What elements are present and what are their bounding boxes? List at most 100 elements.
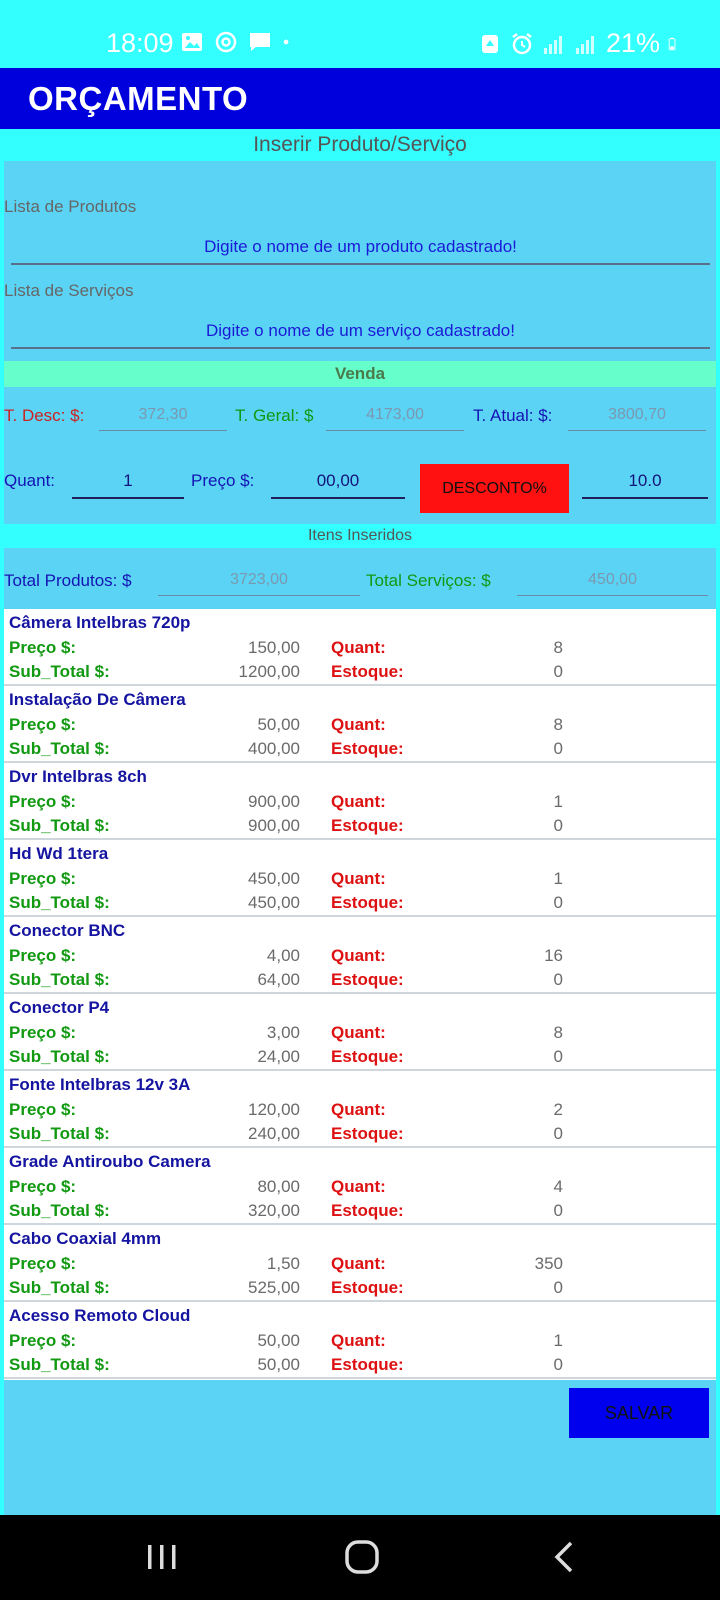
item-quant-value: 8 bbox=[553, 638, 563, 657]
product-search-input[interactable]: Digite o nome de um produto cadastrado! bbox=[11, 237, 710, 265]
preco-input[interactable]: 00,00 bbox=[271, 471, 405, 499]
signal-icon bbox=[575, 35, 594, 54]
list-item[interactable]: Fonte Intelbras 12v 3A Preço $: 120,00 Q… bbox=[4, 1071, 716, 1148]
gallery-icon bbox=[182, 33, 202, 51]
item-estoque-value: 0 bbox=[553, 1124, 563, 1143]
desconto-input[interactable]: 10.0 bbox=[582, 471, 708, 499]
item-name: Cabo Coaxial 4mm bbox=[9, 1229, 162, 1248]
list-item[interactable]: Acesso Remoto Cloud Preço $: 50,00 Quant… bbox=[4, 1302, 716, 1379]
total-geral-value: 4173,00 bbox=[326, 406, 464, 431]
form-content: Inserir Produto/Serviço Lista de Produto… bbox=[4, 129, 716, 1515]
item-estoque-value: 0 bbox=[553, 662, 563, 681]
list-item[interactable]: Hd Wd 1tera Preço $: 450,00 Quant: 1 Sub… bbox=[4, 840, 716, 917]
item-subtotal-value: 1200,00 bbox=[238, 662, 300, 681]
battery-percent: 21% bbox=[605, 28, 660, 58]
item-name: Instalação De Câmera bbox=[9, 690, 186, 709]
status-bar: 18:09 21% bbox=[0, 0, 720, 68]
service-search-input[interactable]: Digite o nome de um serviço cadastrado! bbox=[11, 321, 710, 349]
list-item[interactable]: Conector P4 Preço $: 3,00 Quant: 8 Sub_T… bbox=[4, 994, 716, 1071]
battery-icon bbox=[668, 37, 676, 50]
item-estoque-label: Estoque: bbox=[331, 1047, 404, 1066]
items-list[interactable]: Câmera Intelbras 720p Preço $: 150,00 Qu… bbox=[4, 609, 716, 1380]
venda-header: Venda bbox=[4, 361, 716, 387]
item-preco-value: 50,00 bbox=[257, 715, 300, 734]
list-item[interactable]: Câmera Intelbras 720p Preço $: 150,00 Qu… bbox=[4, 609, 716, 686]
item-name: Dvr Intelbras 8ch bbox=[9, 767, 147, 786]
home-icon[interactable] bbox=[342, 1537, 382, 1577]
list-item[interactable]: Conector BNC Preço $: 4,00 Quant: 16 Sub… bbox=[4, 917, 716, 994]
item-name: Câmera Intelbras 720p bbox=[9, 613, 191, 632]
item-preco-value: 150,00 bbox=[248, 638, 300, 657]
total-desc-label: T. Desc: $: bbox=[4, 406, 85, 425]
total-produtos-value: 3723,00 bbox=[158, 571, 360, 596]
item-subtotal-value: 450,00 bbox=[248, 893, 300, 912]
item-subtotal-label: Sub_Total $: bbox=[9, 1278, 110, 1297]
quant-input[interactable]: 1 bbox=[72, 471, 184, 499]
item-preco-value: 900,00 bbox=[248, 792, 300, 811]
item-quant-value: 8 bbox=[553, 1023, 563, 1042]
total-geral-label: T. Geral: $ bbox=[235, 406, 314, 425]
item-quant-label: Quant: bbox=[331, 1254, 386, 1273]
item-subtotal-label: Sub_Total $: bbox=[9, 1201, 110, 1220]
recents-icon[interactable] bbox=[142, 1537, 182, 1577]
item-preco-label: Preço $: bbox=[9, 1331, 77, 1350]
status-right-icons: 21% bbox=[478, 28, 682, 59]
item-name: Hd Wd 1tera bbox=[9, 844, 109, 863]
total-servicos-label: Total Serviços: $ bbox=[366, 571, 491, 590]
quant-label: Quant: bbox=[4, 471, 56, 490]
item-preco-value: 4,00 bbox=[266, 946, 300, 965]
item-preco-value: 450,00 bbox=[248, 869, 300, 888]
total-atual-value: 3800,70 bbox=[568, 406, 706, 431]
total-desc-value: 372,30 bbox=[99, 406, 227, 431]
item-subtotal-value: 525,00 bbox=[248, 1278, 300, 1297]
item-subtotal-value: 240,00 bbox=[248, 1124, 300, 1143]
item-estoque-label: Estoque: bbox=[331, 1278, 404, 1297]
item-quant-value: 1 bbox=[553, 1331, 563, 1350]
save-button[interactable]: SALVAR bbox=[569, 1388, 709, 1438]
item-estoque-value: 0 bbox=[553, 970, 563, 989]
item-estoque-label: Estoque: bbox=[331, 816, 404, 835]
item-quant-value: 8 bbox=[553, 715, 563, 734]
item-quant-value: 1 bbox=[553, 869, 563, 888]
item-quant-value: 350 bbox=[534, 1254, 563, 1273]
signal-icon bbox=[543, 35, 562, 54]
list-item[interactable]: Dvr Intelbras 8ch Preço $: 900,00 Quant:… bbox=[4, 763, 716, 840]
item-preco-value: 120,00 bbox=[248, 1100, 300, 1119]
preco-label: Preço $: bbox=[191, 471, 255, 490]
item-estoque-value: 0 bbox=[553, 1047, 563, 1066]
item-estoque-value: 0 bbox=[553, 1355, 563, 1374]
item-subtotal-value: 400,00 bbox=[248, 739, 300, 758]
item-preco-label: Preço $: bbox=[9, 638, 77, 657]
item-quant-value: 4 bbox=[553, 1177, 563, 1196]
list-item[interactable]: Cabo Coaxial 4mm Preço $: 1,50 Quant: 35… bbox=[4, 1225, 716, 1302]
item-subtotal-label: Sub_Total $: bbox=[9, 739, 110, 758]
item-name: Conector BNC bbox=[9, 921, 126, 940]
item-quant-value: 2 bbox=[553, 1100, 563, 1119]
item-subtotal-label: Sub_Total $: bbox=[9, 893, 110, 912]
item-name: Acesso Remoto Cloud bbox=[9, 1306, 191, 1325]
item-preco-value: 3,00 bbox=[266, 1023, 300, 1042]
desconto-button[interactable]: DESCONTO% bbox=[420, 464, 569, 513]
navigation-bar bbox=[0, 1515, 720, 1600]
sync-icon bbox=[215, 31, 237, 53]
item-preco-label: Preço $: bbox=[9, 946, 77, 965]
item-name: Conector P4 bbox=[9, 998, 110, 1017]
item-quant-label: Quant: bbox=[331, 869, 386, 888]
list-item[interactable]: Grade Antiroubo Camera Preço $: 80,00 Qu… bbox=[4, 1148, 716, 1225]
item-preco-label: Preço $: bbox=[9, 792, 77, 811]
list-item[interactable]: Instalação De Câmera Preço $: 50,00 Quan… bbox=[4, 686, 716, 763]
item-estoque-value: 0 bbox=[553, 816, 563, 835]
app-bar: ORÇAMENTO bbox=[0, 68, 720, 129]
item-preco-value: 1,50 bbox=[266, 1254, 300, 1273]
item-estoque-label: Estoque: bbox=[331, 1201, 404, 1220]
message-icon bbox=[250, 33, 270, 51]
itens-header: Itens Inseridos bbox=[4, 524, 716, 548]
back-icon[interactable] bbox=[545, 1537, 585, 1577]
total-servicos-value: 450,00 bbox=[517, 571, 708, 596]
alarm-icon bbox=[512, 32, 532, 54]
item-quant-value: 1 bbox=[553, 792, 563, 811]
item-quant-value: 16 bbox=[544, 946, 563, 965]
item-preco-label: Preço $: bbox=[9, 715, 77, 734]
dot-icon bbox=[283, 39, 289, 45]
recycle-icon bbox=[481, 34, 498, 53]
